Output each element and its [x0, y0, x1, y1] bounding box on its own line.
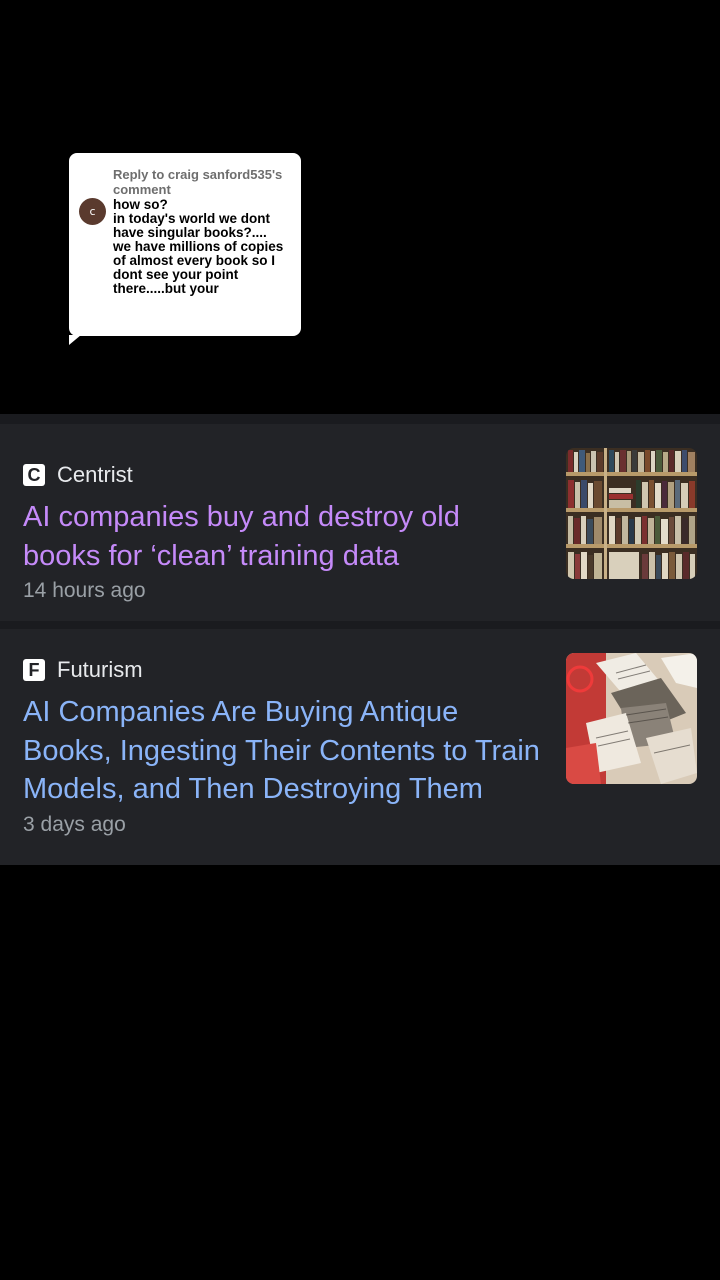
news-headline-link[interactable]: AI companies buy and destroy old books f…	[23, 498, 543, 575]
news-card[interactable]: F Futurism AI Companies Are Buying Antiq…	[0, 629, 720, 865]
news-timestamp: 3 days ago	[23, 813, 126, 836]
news-results: C Centrist AI companies buy and destroy …	[0, 414, 720, 865]
source-name: Futurism	[57, 657, 143, 682]
reply-comment-bubble[interactable]: c Reply to craig sanford535's comment ho…	[69, 153, 301, 345]
avatar: c	[79, 198, 106, 225]
news-headline-link[interactable]: AI Companies Are Buying Antique Books, I…	[23, 693, 543, 809]
news-source: C Centrist	[23, 462, 133, 488]
shredded-paper-thumbnail[interactable]	[566, 653, 697, 784]
reply-body: how so? in today's world we dont have si…	[113, 198, 284, 296]
source-logo-icon: F	[23, 659, 45, 681]
source-logo-icon: C	[23, 464, 45, 486]
news-card[interactable]: C Centrist AI companies buy and destroy …	[0, 424, 720, 621]
source-name: Centrist	[57, 462, 133, 487]
bubble-tail	[69, 335, 81, 345]
news-timestamp: 14 hours ago	[23, 579, 146, 602]
bookshelf-thumbnail[interactable]	[566, 448, 697, 579]
news-source: F Futurism	[23, 657, 143, 683]
reply-header: Reply to craig sanford535's comment	[113, 167, 283, 197]
